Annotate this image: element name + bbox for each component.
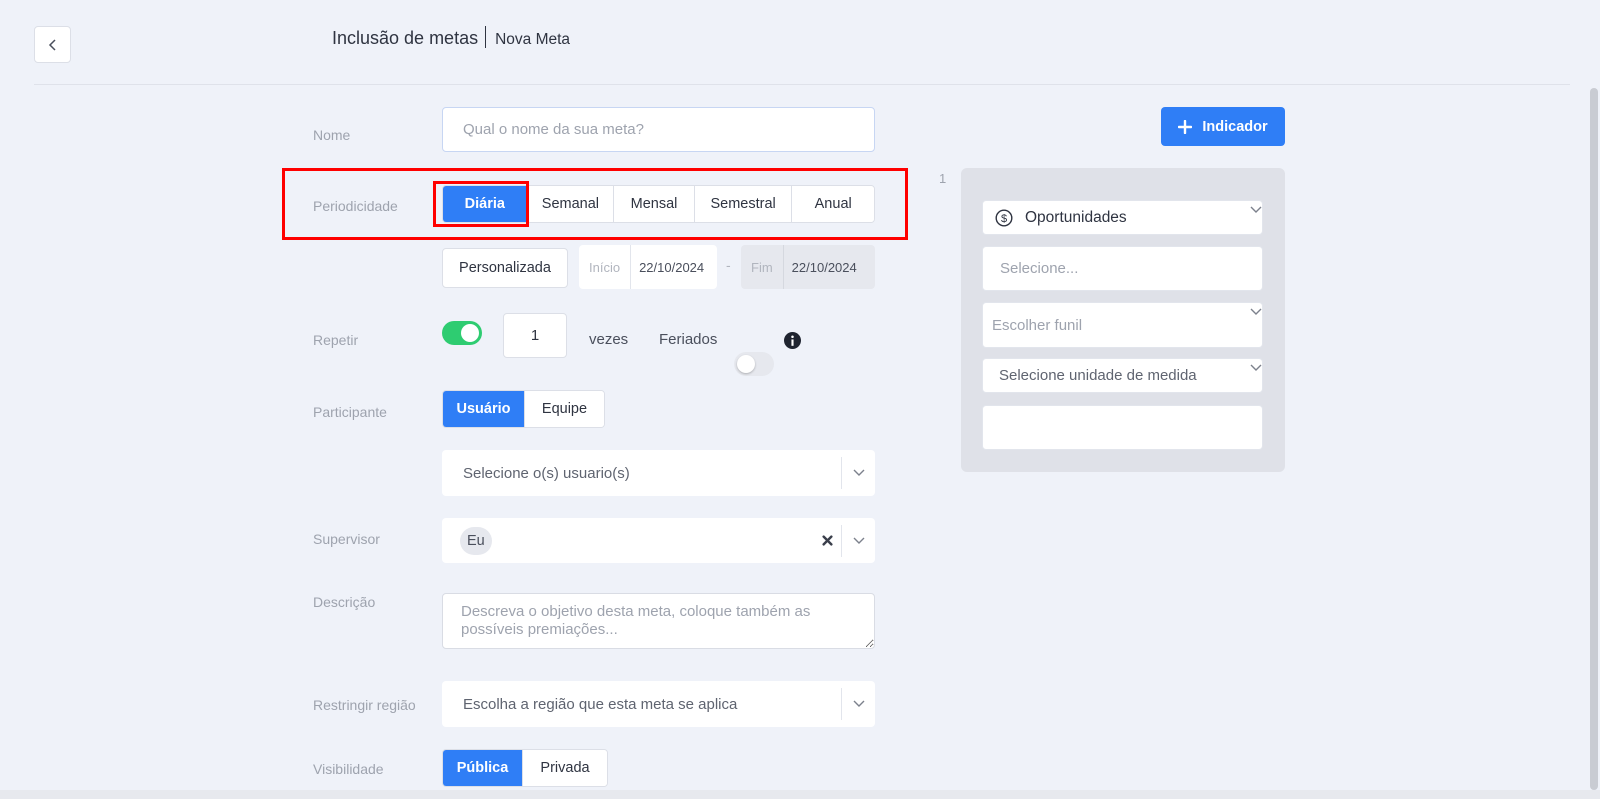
personalizada-button[interactable]: Personalizada	[442, 248, 568, 288]
regiao-select[interactable]: Escolha a região que esta meta se aplica	[442, 681, 875, 727]
inicio-label: Início	[589, 259, 621, 275]
periodicidade-option-semanal[interactable]: Semanal	[527, 186, 615, 222]
back-button[interactable]	[34, 26, 71, 63]
periodicidade-segmented: Diária Semanal Mensal Semestral Anual	[442, 185, 875, 223]
nome-input[interactable]	[442, 107, 875, 152]
periodicidade-option-mensal[interactable]: Mensal	[614, 186, 695, 222]
inicio-date-field[interactable]: Início 22/10/2024	[579, 245, 718, 289]
indicator-value-input[interactable]	[982, 405, 1263, 450]
inicio-value[interactable]: 22/10/2024	[630, 245, 717, 289]
repetir-label: Repetir	[313, 332, 359, 348]
participante-segmented: Usuário Equipe	[442, 390, 605, 428]
usuarios-select[interactable]: Selecione o(s) usuario(s)	[442, 450, 875, 496]
regiao-select-placeholder: Escolha a região que esta meta se aplica	[463, 695, 738, 713]
feriados-toggle[interactable]	[734, 352, 774, 376]
supervisor-chip: Eu	[460, 526, 492, 555]
chevron-down-icon	[1250, 359, 1262, 392]
vezes-label: vezes	[589, 331, 629, 348]
funnel-select[interactable]: Escolher funil	[982, 302, 1263, 348]
periodicidade-option-diaria[interactable]: Diária	[443, 186, 528, 222]
visibilidade-label: Visibilidade	[313, 761, 384, 777]
add-indicador-label: Indicador	[1202, 118, 1268, 135]
nome-label: Nome	[313, 127, 351, 143]
feriados-label: Feriados	[659, 331, 718, 348]
info-icon[interactable]	[784, 332, 801, 349]
plus-icon	[1178, 119, 1193, 134]
toggle-knob	[461, 324, 479, 342]
title-separator	[485, 26, 487, 48]
regiao-label: Restringir região	[313, 697, 416, 713]
fim-value: 22/10/2024	[782, 245, 875, 289]
bottom-bar	[0, 790, 1600, 799]
descricao-label: Descrição	[313, 594, 376, 610]
visibilidade-segmented: Pública Privada	[442, 749, 608, 787]
chevron-down-icon	[841, 524, 875, 557]
visibilidade-option-publica[interactable]: Pública	[443, 750, 524, 786]
page-title: Inclusão de metas Nova Meta	[332, 26, 570, 49]
supervisor-label: Supervisor	[313, 531, 380, 547]
repetir-count-input[interactable]	[503, 313, 567, 358]
participante-option-equipe[interactable]: Equipe	[524, 391, 604, 427]
participante-label: Participante	[313, 404, 387, 420]
periodicidade-option-anual[interactable]: Anual	[792, 186, 874, 222]
indicator-type-select[interactable]: $ Oportunidades	[982, 200, 1263, 235]
fim-date-field: Fim 22/10/2024	[741, 245, 875, 289]
vertical-scrollbar[interactable]	[1590, 88, 1598, 790]
funnel-select-placeholder: Escolher funil	[992, 316, 1083, 334]
add-indicador-button[interactable]: Indicador	[1161, 107, 1285, 146]
page-subtitle: Nova Meta	[495, 31, 571, 48]
chevron-left-icon	[48, 38, 56, 51]
indicator-type-value: Oportunidades	[1025, 208, 1127, 226]
svg-text:$: $	[1001, 213, 1007, 225]
page-title-text: Inclusão de metas	[332, 28, 479, 48]
indicator-index: 1	[939, 171, 947, 186]
supervisor-select[interactable]: Eu	[442, 518, 875, 563]
supervisor-chip-area: Eu	[442, 526, 813, 555]
date-range-separator: -	[726, 257, 731, 273]
usuarios-select-placeholder: Selecione o(s) usuario(s)	[463, 464, 630, 482]
chevron-down-icon	[841, 688, 875, 720]
unit-select-placeholder: Selecione unidade de medida	[999, 367, 1197, 384]
chevron-down-icon	[1250, 201, 1262, 234]
periodicidade-label: Periodicidade	[313, 198, 398, 214]
chevron-down-icon	[841, 457, 875, 489]
toggle-knob	[737, 355, 755, 373]
periodicidade-option-semestral[interactable]: Semestral	[694, 186, 793, 222]
descricao-textarea[interactable]	[442, 593, 875, 649]
participante-option-usuario[interactable]: Usuário	[443, 391, 525, 427]
indicator-select-input[interactable]: Selecione...	[982, 246, 1263, 291]
unit-select[interactable]: Selecione unidade de medida	[982, 358, 1263, 393]
visibilidade-option-privada[interactable]: Privada	[523, 750, 607, 786]
dollar-icon: $	[983, 208, 1025, 227]
chevron-down-icon	[1250, 303, 1262, 347]
fim-label: Fim	[751, 259, 773, 275]
header-divider	[34, 84, 1570, 85]
repetir-toggle[interactable]	[442, 321, 482, 345]
clear-icon[interactable]	[813, 535, 841, 546]
